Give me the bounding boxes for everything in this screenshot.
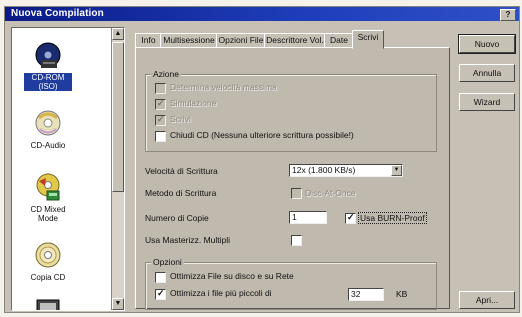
disc-at-once-checkbox[interactable]: [291, 188, 302, 199]
disc-at-once-label: Disc-At-Once: [305, 188, 356, 198]
title-bar: Nuova Compilation ?: [5, 7, 519, 21]
burn-proof-checkbox[interactable]: ✓: [345, 212, 356, 224]
close-cd-checkbox[interactable]: [155, 131, 166, 142]
chevron-down-icon[interactable]: ▼: [391, 165, 402, 176]
tab-scrivi[interactable]: Scrivi: [352, 30, 384, 49]
wizard-button[interactable]: Wizard: [459, 93, 515, 111]
type-item-copy-cd[interactable]: Copia CD: [28, 240, 68, 282]
copies-input[interactable]: 1: [289, 211, 327, 224]
cd-rom-disc-icon: [33, 40, 63, 70]
small-file-size-value: 32: [351, 289, 361, 299]
small-file-size-unit: KB: [396, 289, 408, 299]
tab-opzioni-file[interactable]: Opzioni File: [216, 33, 266, 48]
window-title: Nuova Compilation: [11, 8, 104, 19]
type-item-cd-audio[interactable]: CD-Audio: [28, 108, 68, 150]
optimize-small-files-label: Ottimizza i file più piccoli di: [170, 288, 272, 298]
close-cd-label: Chiudi CD (Nessuna ulteriore scrittura p…: [170, 130, 354, 140]
tab-descrittore-vol[interactable]: Descrittore Vol.: [264, 33, 326, 48]
optimize-files-label: Ottimizza File su disco e su Rete: [170, 271, 294, 281]
max-speed-checkbox[interactable]: [155, 83, 166, 94]
simulation-label: Simulazione: [170, 98, 217, 108]
optimize-files-checkbox[interactable]: [155, 272, 166, 283]
type-item-label: CD-Audio: [30, 141, 66, 150]
cd-mixed-mode-icon: [33, 172, 63, 202]
multi-recorders-label: Usa Masterizz. Multipli: [145, 235, 231, 245]
cancel-button[interactable]: Annulla: [459, 64, 515, 82]
tab-info[interactable]: Info: [135, 33, 162, 48]
left-scrollbar[interactable]: ▲ ▼: [111, 28, 124, 310]
write-method-label: Metodo di Scrittura: [145, 188, 217, 198]
copy-cd-icon: [33, 240, 63, 270]
help-button[interactable]: ?: [500, 9, 516, 21]
type-item-cd-mixed-mode[interactable]: CD Mixed Mode: [28, 172, 68, 223]
write-speed-select[interactable]: 12x (1.800 KB/s) ▼: [289, 164, 403, 177]
type-item-partial[interactable]: [28, 296, 68, 310]
check-icon: ✓: [157, 98, 165, 108]
type-item-label: CD-ROM (ISO): [24, 73, 72, 91]
opzioni-group-title: Opzioni: [151, 257, 184, 267]
max-speed-label: Determina velocità massima: [170, 82, 277, 92]
type-item-label: CD Mixed Mode: [30, 205, 66, 223]
azione-group-title: Azione: [151, 69, 181, 79]
copies-value: 1: [292, 212, 297, 222]
simulation-checkbox[interactable]: ✓: [155, 98, 166, 110]
write-speed-label: Velocità di Scrittura: [145, 166, 218, 176]
azione-group: Azione Determina velocità massima ✓ Simu…: [145, 69, 437, 152]
check-icon: ✓: [347, 212, 355, 222]
new-compilation-window: Nuova Compilation ? CD-ROM (ISO) CD-Audi…: [4, 6, 520, 313]
new-button[interactable]: Nuovo: [458, 34, 516, 54]
burn-disc-icon: [33, 296, 63, 310]
optimize-small-files-checkbox[interactable]: ✓: [155, 288, 166, 300]
copies-label: Numero di Copie: [145, 213, 209, 223]
write-checkbox[interactable]: ✓: [155, 114, 166, 126]
scroll-thumb[interactable]: [112, 42, 124, 192]
tab-date[interactable]: Date: [324, 33, 354, 48]
type-item-label: Copia CD: [30, 273, 66, 282]
type-item-cd-rom[interactable]: CD-ROM (ISO): [24, 40, 72, 91]
check-icon: ✓: [157, 114, 165, 124]
compilation-type-list[interactable]: CD-ROM (ISO) CD-Audio CD Mixed Mode Copi…: [11, 27, 125, 311]
small-file-size-input[interactable]: 32: [348, 288, 384, 301]
scrivi-panel: Azione Determina velocità massima ✓ Simu…: [135, 47, 450, 310]
write-speed-value: 12x (1.800 KB/s): [292, 165, 356, 175]
cd-audio-icon: [33, 108, 63, 138]
scroll-down-icon[interactable]: ▼: [112, 298, 124, 310]
opzioni-group: Opzioni Ottimizza File su disco e su Ret…: [145, 257, 437, 310]
tab-multisessione[interactable]: Multisessione: [160, 33, 218, 48]
burn-proof-label: Usa BURN-Proof: [358, 212, 427, 224]
open-button[interactable]: Apri...: [459, 291, 515, 309]
multi-recorders-checkbox[interactable]: [291, 235, 302, 246]
write-label: Scrivi: [170, 114, 191, 124]
check-icon: ✓: [157, 288, 165, 298]
scroll-up-icon[interactable]: ▲: [112, 28, 124, 40]
